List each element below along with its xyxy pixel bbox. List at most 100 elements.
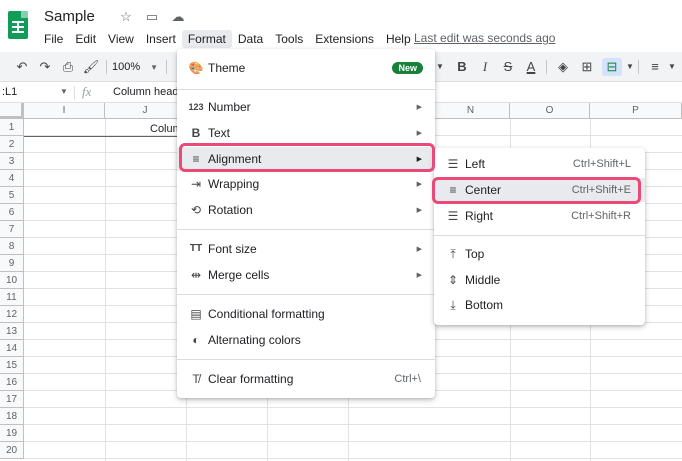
column-header-j[interactable]: J — [105, 103, 186, 119]
menu-item-wrapping[interactable]: ⇥ Wrapping ▶ — [177, 172, 435, 196]
row-header[interactable]: 6 — [0, 204, 24, 221]
formula-input[interactable]: Column heade — [113, 86, 185, 98]
menu-item-alternating-colors[interactable]: ◐ Alternating colors — [177, 328, 435, 352]
menu-data[interactable]: Data — [232, 30, 269, 48]
shortcut-text: Ctrl+Shift+R — [571, 210, 631, 222]
borders-icon[interactable]: ⊞ — [577, 58, 597, 76]
menu-item-label: Middle — [465, 273, 501, 287]
row-header[interactable]: 13 — [0, 323, 24, 340]
menu-help[interactable]: Help — [380, 30, 417, 48]
row-header[interactable]: 14 — [0, 340, 24, 357]
submenu-arrow-icon: ▶ — [416, 207, 422, 214]
menu-extensions[interactable]: Extensions — [309, 30, 380, 48]
merge-cells-icon[interactable]: ⊟ — [602, 58, 622, 76]
last-edit-link[interactable]: Last edit was seconds ago — [414, 31, 555, 45]
title-icons: ☆ ▭ ☁ — [117, 9, 187, 25]
zoom-select[interactable]: 100% ▼ — [112, 58, 158, 77]
menu-item-align-bottom[interactable]: ⤓ Bottom — [434, 293, 645, 317]
menu-item-theme[interactable]: 🎨 Theme New — [177, 56, 435, 80]
row-header[interactable]: 20 — [0, 442, 24, 459]
row-header[interactable]: 1 — [0, 119, 24, 136]
row-header[interactable]: 16 — [0, 374, 24, 391]
print-icon[interactable]: ⎙ — [58, 58, 78, 76]
select-all-corner[interactable] — [0, 103, 24, 119]
star-icon[interactable]: ☆ — [117, 9, 135, 25]
menu-item-label: Theme — [208, 61, 246, 75]
chevron-down-icon[interactable]: ▼ — [60, 87, 68, 96]
menu-divider — [177, 229, 435, 230]
toolbar-divider — [638, 60, 639, 74]
menu-item-align-right[interactable]: ☰ Right Ctrl+Shift+R — [434, 204, 645, 228]
menu-item-label: Font size — [208, 242, 257, 256]
shortcut-text: Ctrl+Shift+L — [572, 158, 631, 170]
bold-icon[interactable]: B — [452, 58, 472, 76]
grid-line — [24, 441, 682, 442]
fill-color-icon[interactable]: ◈ — [553, 58, 573, 76]
chevron-down-icon[interactable]: ▼ — [662, 58, 682, 76]
name-box[interactable]: :L1 — [2, 86, 17, 98]
menu-item-merge-cells[interactable]: ⇹ Merge cells ▶ — [177, 263, 435, 287]
row-header[interactable]: 8 — [0, 238, 24, 255]
redo-icon[interactable]: ↷ — [35, 58, 55, 76]
menu-divider — [177, 294, 435, 295]
merge-cells-icon: ⇹ — [190, 268, 202, 282]
menu-item-conditional-formatting[interactable]: ▤ Conditional formatting — [177, 302, 435, 326]
menu-format[interactable]: Format — [181, 30, 232, 48]
row-header[interactable]: 10 — [0, 272, 24, 289]
bold-icon: B — [191, 126, 201, 140]
menu-edit[interactable]: Edit — [69, 30, 102, 48]
menu-item-clear-formatting[interactable]: T̸ Clear formatting Ctrl+\ — [177, 367, 435, 391]
sheets-logo-icon[interactable] — [8, 11, 28, 39]
submenu-arrow-icon: ▶ — [416, 130, 422, 137]
column-header-o[interactable]: O — [510, 103, 590, 119]
undo-icon[interactable]: ↶ — [12, 58, 32, 76]
menu-view[interactable]: View — [102, 30, 140, 48]
menu-item-label: Bottom — [465, 298, 504, 312]
row-header[interactable]: 2 — [0, 136, 24, 153]
menu-divider — [177, 89, 435, 90]
menu-item-label: Top — [465, 247, 485, 261]
row-header[interactable]: 19 — [0, 425, 24, 442]
column-header-n[interactable]: N — [432, 103, 510, 119]
column-header-i[interactable]: I — [24, 103, 105, 119]
italic-icon[interactable]: I — [475, 58, 495, 76]
clear-formatting-icon: T̸ — [192, 372, 200, 386]
palette-icon: 🎨 — [188, 61, 204, 75]
row-header[interactable]: 5 — [0, 187, 24, 204]
toolbar-divider — [166, 60, 167, 74]
menu-item-align-top[interactable]: ⤒ Top — [434, 242, 645, 266]
menu-item-label: Conditional formatting — [208, 307, 325, 321]
row-header[interactable]: 17 — [0, 391, 24, 408]
paint-format-icon[interactable]: 🖌 — [81, 58, 101, 76]
wrapping-icon: ⇥ — [190, 177, 202, 191]
row-header[interactable]: 7 — [0, 221, 24, 238]
menu-item-label: Rotation — [208, 203, 253, 217]
chevron-down-icon: ▼ — [150, 63, 159, 72]
cloud-saved-icon[interactable]: ☁ — [169, 9, 187, 25]
menu-file[interactable]: File — [38, 30, 69, 48]
menu-item-number[interactable]: 123 Number ▶ — [177, 95, 435, 119]
chevron-down-icon[interactable]: ▼ — [620, 58, 640, 76]
menu-item-text[interactable]: B Text ▶ — [177, 121, 435, 145]
move-to-folder-icon[interactable]: ▭ — [143, 9, 161, 25]
menu-tools[interactable]: Tools — [269, 30, 309, 48]
row-header[interactable]: 9 — [0, 255, 24, 272]
submenu-arrow-icon: ▶ — [416, 272, 422, 279]
align-bottom-icon: ⤓ — [450, 298, 456, 312]
row-header[interactable]: 3 — [0, 153, 24, 170]
column-header-p[interactable]: P — [590, 103, 682, 119]
row-header[interactable]: 4 — [0, 170, 24, 187]
row-header[interactable]: 18 — [0, 408, 24, 425]
strikethrough-icon[interactable]: S — [498, 58, 518, 76]
menu-item-align-left[interactable]: ☰ Left Ctrl+Shift+L — [434, 152, 645, 176]
menu-insert[interactable]: Insert — [140, 30, 182, 48]
row-header[interactable]: 11 — [0, 289, 24, 306]
divider — [74, 86, 75, 100]
row-header[interactable]: 12 — [0, 306, 24, 323]
text-color-icon[interactable]: A — [521, 58, 541, 76]
document-title[interactable]: Sample — [44, 8, 95, 25]
menu-item-align-middle[interactable]: ⇕ Middle — [434, 268, 645, 292]
menu-item-font-size[interactable]: TT Font size ▶ — [177, 237, 435, 261]
row-header[interactable]: 15 — [0, 357, 24, 374]
menu-item-rotation[interactable]: ⟲ Rotation ▶ — [177, 198, 435, 222]
